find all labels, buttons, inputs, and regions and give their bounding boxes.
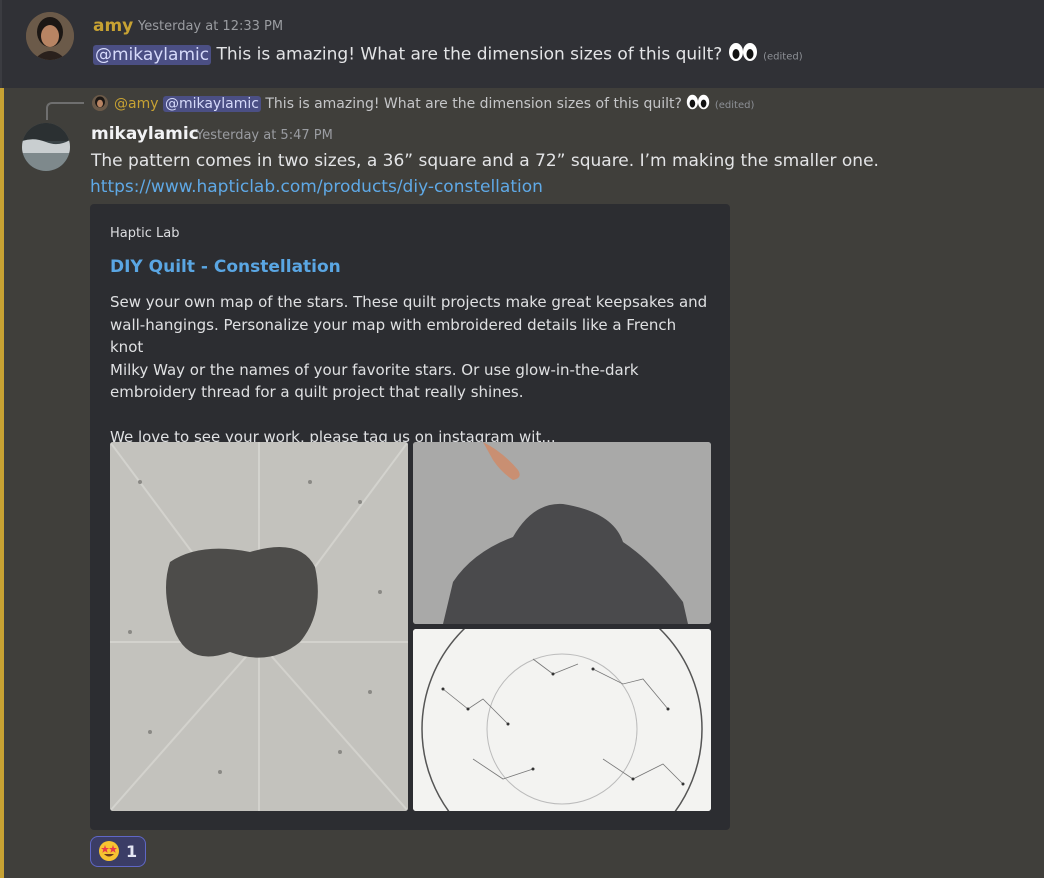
reply-author[interactable]: @amy xyxy=(114,96,159,112)
reply-text: This is amazing! What are the dimension … xyxy=(265,96,682,112)
embed-title[interactable]: DIY Quilt - Constellation xyxy=(110,257,341,277)
reaction-count: 1 xyxy=(126,842,138,861)
embed-description: Sew your own map of the stars. These qui… xyxy=(110,293,708,446)
message-link[interactable]: https://www.hapticlab.com/products/diy-c… xyxy=(90,177,543,197)
link-embed: Haptic Lab DIY Quilt - Constellation Sew… xyxy=(90,204,730,830)
star-struck-emoji xyxy=(98,840,120,862)
author-name[interactable]: amy xyxy=(93,16,133,36)
mention[interactable]: @mikaylamic xyxy=(93,44,212,65)
embed-image-star-chart[interactable] xyxy=(413,629,711,811)
embed-image-quilt-closeup[interactable] xyxy=(413,442,711,624)
embed-provider[interactable]: Haptic Lab xyxy=(110,226,179,241)
reply-edited-label: (edited) xyxy=(714,100,755,111)
eyes-emoji xyxy=(728,42,758,67)
timestamp: Yesterday at 5:47 PM xyxy=(196,128,333,143)
reply-connector xyxy=(46,102,84,120)
eyes-emoji xyxy=(686,94,710,114)
timestamp: Yesterday at 12:33 PM xyxy=(138,19,284,34)
reply-mention[interactable]: @mikaylamic xyxy=(162,96,261,112)
message-amy: amy Yesterday at 12:33 PM @mikaylamic Th… xyxy=(0,0,1044,88)
message-body: This is amazing! What are the dimension … xyxy=(216,44,723,65)
edited-label: (edited) xyxy=(763,51,803,63)
reply-avatar-amy xyxy=(92,95,108,111)
avatar-mikaylamic[interactable] xyxy=(22,123,70,171)
avatar-amy[interactable] xyxy=(26,12,74,60)
reply-preview[interactable]: @amy @mikaylamic This is amazing! What a… xyxy=(114,94,754,114)
reaction-star-struck[interactable]: 1 xyxy=(90,836,146,867)
author-name[interactable]: mikaylamic xyxy=(91,124,199,144)
embed-image-quilt-wide[interactable] xyxy=(110,442,408,811)
message-text: The pattern comes in two sizes, a 36” sq… xyxy=(91,151,879,171)
message-text: @mikaylamic This is amazing! What are th… xyxy=(93,42,803,67)
